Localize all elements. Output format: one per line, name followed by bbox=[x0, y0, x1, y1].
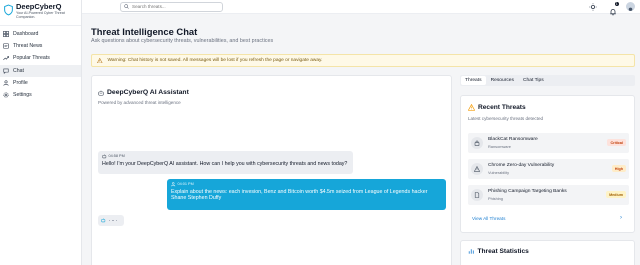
sidebar-item-settings[interactable]: Settings bbox=[0, 89, 81, 101]
trending-icon bbox=[3, 56, 9, 61]
threat-name: BlackCat Ransomware bbox=[488, 137, 538, 142]
search-input[interactable] bbox=[132, 4, 217, 9]
theme-toggle-icon[interactable] bbox=[589, 3, 597, 11]
threat-name: Chrome Zero-day Vulnerability bbox=[488, 163, 555, 168]
chat-panel: DeepCyberQ AI Assistant Powered by advan… bbox=[91, 75, 452, 265]
severity-badge: Medium bbox=[606, 191, 626, 198]
sidebar-item-chat[interactable]: Chat bbox=[0, 64, 81, 77]
bot-icon bbox=[101, 218, 106, 223]
message-text: Hello! I'm your DeepCyberQ AI assistant.… bbox=[102, 161, 348, 167]
warning-text: Warning: Chat history is not saved. All … bbox=[107, 58, 323, 63]
bot-icon bbox=[102, 154, 107, 159]
user-icon bbox=[171, 182, 176, 187]
threat-statistics-title: Threat Statistics bbox=[477, 248, 529, 255]
tab-chat-tips[interactable]: Chat Tips bbox=[519, 76, 548, 85]
sidebar-item-dashboard[interactable]: Dashboard bbox=[0, 28, 81, 40]
threat-category: Vulnerability bbox=[488, 170, 510, 175]
sidebar-item-threat-news[interactable]: Threat News bbox=[0, 40, 81, 52]
tab-resources[interactable]: Resources bbox=[487, 76, 518, 85]
chat-subtitle: Powered by advanced threat intelligence bbox=[98, 100, 181, 105]
tab-threats[interactable]: Threats bbox=[461, 76, 486, 85]
sidebar-item-label: Threat News bbox=[13, 43, 43, 50]
top-bar: 1 bbox=[82, 0, 640, 16]
threat-icon-wrap bbox=[471, 189, 483, 201]
avatar-user-icon bbox=[628, 7, 633, 11]
chevron-right-icon[interactable]: › bbox=[620, 215, 622, 221]
message-time: 04:58 PM bbox=[108, 154, 125, 159]
typing-dot bbox=[115, 219, 118, 222]
message-meta: 04:01 PM bbox=[171, 182, 442, 187]
threat-statistics-card: Threat Statistics bbox=[460, 240, 635, 265]
sidebar-item-popular-threats[interactable]: Popular Threats bbox=[0, 52, 81, 64]
severity-badge: Critical bbox=[607, 139, 626, 146]
shield-logo-icon bbox=[4, 4, 13, 16]
alert-triangle-icon bbox=[468, 104, 475, 111]
brand-tagline-2: Companion. bbox=[16, 15, 36, 20]
chat-title: DeepCyberQ AI Assistant bbox=[107, 89, 189, 96]
user-message: 04:01 PM Explain about the news: each in… bbox=[167, 179, 446, 210]
threat-item[interactable]: Phishing Campaign Targeting Banks Phishi… bbox=[468, 185, 629, 205]
recent-threats-title: Recent Threats bbox=[478, 104, 526, 111]
warning-icon bbox=[97, 57, 103, 64]
threat-statistics-header: Threat Statistics bbox=[468, 248, 529, 255]
file-icon bbox=[474, 192, 480, 198]
threat-icon-wrap bbox=[471, 163, 483, 175]
avatar[interactable] bbox=[626, 2, 635, 11]
sidebar-item-label: Popular Threats bbox=[13, 55, 50, 62]
threat-item[interactable]: BlackCat Ransomware Ransomware Critical bbox=[468, 133, 629, 153]
typing-dot bbox=[108, 219, 111, 222]
assistant-message: 04:58 PM Hello! I'm your DeepCyberQ AI a… bbox=[98, 151, 353, 174]
sidebar-item-label: Settings bbox=[13, 92, 32, 99]
notification-badge: 1 bbox=[614, 2, 619, 7]
sidebar-item-profile[interactable]: Profile bbox=[0, 77, 81, 89]
chat-header: DeepCyberQ AI Assistant bbox=[98, 89, 189, 96]
recent-threats-subtitle: Latest cybersecurity threats detected bbox=[468, 116, 544, 121]
lock-icon bbox=[474, 140, 480, 146]
sidebar-nav: Dashboard Threat News Popular Threats Ch… bbox=[0, 25, 81, 101]
bell-icon bbox=[610, 8, 616, 16]
sidebar-item-label: Dashboard bbox=[13, 31, 39, 38]
user-icon bbox=[3, 80, 9, 86]
severity-badge: High bbox=[611, 165, 626, 172]
typing-dot bbox=[112, 219, 114, 222]
view-all-threats-link[interactable]: View All Threats bbox=[472, 216, 505, 221]
message-time: 04:01 PM bbox=[177, 182, 194, 187]
page-subtitle: Ask questions about cybersecurity threat… bbox=[91, 38, 274, 44]
sidebar: DeepCyberQ Your AI-Powered Cyber Threat … bbox=[0, 0, 82, 265]
chat-icon bbox=[3, 68, 9, 74]
sidebar-item-label: Chat bbox=[13, 67, 24, 74]
bot-icon bbox=[98, 90, 104, 96]
threat-category: Ransomware bbox=[488, 144, 511, 149]
notifications-button[interactable]: 1 bbox=[609, 2, 619, 16]
message-meta: 04:58 PM bbox=[102, 154, 349, 159]
page-title: Threat Intelligence Chat bbox=[91, 26, 198, 37]
typing-indicator bbox=[98, 215, 124, 226]
bar-chart-icon bbox=[468, 249, 474, 254]
recent-threats-card: Recent Threats Latest cybersecurity thre… bbox=[460, 95, 635, 233]
brand[interactable]: DeepCyberQ Your AI-Powered Cyber Threat … bbox=[0, 0, 81, 21]
recent-threats-header: Recent Threats bbox=[468, 104, 526, 111]
threat-icon-wrap bbox=[471, 137, 483, 149]
dashboard-icon bbox=[3, 31, 9, 38]
warning-banner: Warning: Chat history is not saved. All … bbox=[91, 54, 635, 67]
threat-item[interactable]: Chrome Zero-day Vulnerability Vulnerabil… bbox=[468, 159, 629, 179]
threat-category: Phishing bbox=[488, 196, 503, 201]
threat-name: Phishing Campaign Targeting Banks bbox=[488, 189, 567, 194]
brand-name: DeepCyberQ bbox=[16, 2, 62, 11]
warning-icon bbox=[474, 166, 480, 172]
gear-icon bbox=[3, 92, 9, 98]
brand-text: DeepCyberQ Your AI-Powered Cyber Threat … bbox=[16, 3, 65, 20]
news-icon bbox=[3, 43, 9, 49]
sidebar-item-label: Profile bbox=[13, 79, 28, 86]
side-tabs: Threats Resources Chat Tips bbox=[460, 75, 635, 86]
search-icon bbox=[124, 4, 129, 9]
message-text-line-2: Shane Stephen Duffy bbox=[171, 195, 222, 202]
search-box[interactable] bbox=[120, 1, 223, 12]
